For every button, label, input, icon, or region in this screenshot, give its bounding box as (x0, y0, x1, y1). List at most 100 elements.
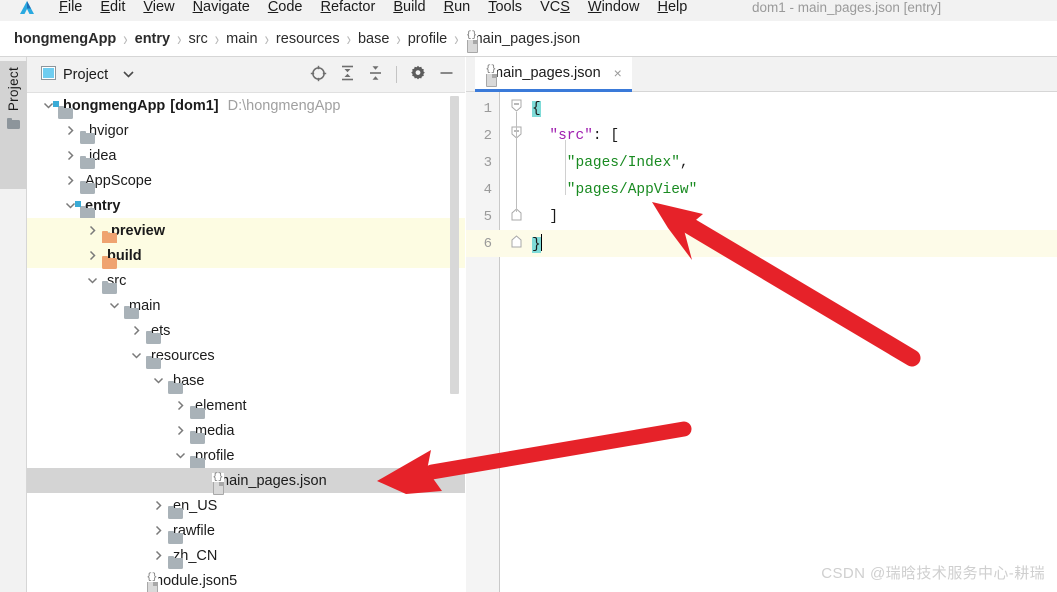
project-toolbar: Project (27, 57, 465, 93)
tool-tab-project[interactable]: Project (0, 61, 27, 189)
breadcrumb[interactable]: hongmengApp › entry › src › main › resources › bas… (0, 21, 1057, 57)
tree-node-build[interactable]: build (27, 243, 465, 269)
menu-item-vcs[interactable]: VCS (531, 0, 579, 21)
breadcrumb-item-entry[interactable]: entry (135, 31, 170, 47)
menu-item-code[interactable]: Code (259, 0, 312, 21)
code-editor[interactable]: 1{2 "src": [3 "pages/Index", 4 "pages/AppVie… (466, 92, 1057, 592)
chevron-right-icon[interactable] (173, 424, 187, 438)
deveco-logo-icon (14, 0, 40, 18)
tree-node-hvigor[interactable]: .hvigor (27, 118, 465, 144)
tree-node-path: D:\hongmengApp (227, 97, 341, 114)
tab-main-pages-json[interactable]: {} main_pages.json × (475, 57, 632, 92)
chevron-down-icon[interactable] (151, 374, 165, 388)
line-content: { (532, 100, 541, 117)
tree-node-main-pages-json[interactable]: {} main_pages.json (27, 468, 465, 495)
breadcrumb-item-hongmengapp[interactable]: hongmengApp (14, 31, 116, 47)
menu-item-run[interactable]: Run (435, 0, 480, 21)
menu-item-tools[interactable]: Tools (479, 0, 531, 21)
tree-node-zh-cn[interactable]: zh_CN (27, 543, 465, 569)
tree-node-element[interactable]: element (27, 393, 465, 419)
menu-item-refactor[interactable]: Refactor (312, 0, 385, 21)
tree-node-label: module.json5 (151, 572, 238, 589)
locate-file-icon[interactable] (310, 65, 327, 85)
menu-item-navigate[interactable]: Navigate (184, 0, 259, 21)
tree-node-module-json5[interactable]: {} module.json5 (27, 568, 465, 592)
menu-item-edit[interactable]: Edit (91, 0, 134, 21)
code-line-6[interactable]: 6} (466, 230, 1057, 257)
breadcrumb-item-base[interactable]: base (358, 31, 389, 47)
code-token-colon: : (592, 127, 602, 144)
line-content: "src": [ (532, 128, 619, 144)
project-tree[interactable]: hongmengApp [dom1] D:\hongmengApp .hvigor .i… (27, 93, 465, 592)
breadcrumb-item-main[interactable]: main (226, 31, 257, 47)
chevron-right-icon[interactable] (85, 249, 99, 263)
code-line-2[interactable]: 2 "src": [ (466, 122, 1057, 149)
chevron-right-icon[interactable] (129, 324, 143, 338)
text-caret (540, 234, 543, 251)
chevron-right-icon[interactable] (173, 399, 187, 413)
chevron-down-icon[interactable] (107, 299, 121, 313)
tree-node-preview[interactable]: .preview (27, 218, 465, 244)
breadcrumb-separator: › (177, 27, 182, 50)
tree-node-src[interactable]: src (27, 268, 465, 294)
code-line-1[interactable]: 1{ (466, 95, 1057, 122)
fold-marker-line1[interactable] (510, 99, 523, 112)
chevron-right-icon[interactable] (151, 499, 165, 513)
menu-item-help[interactable]: Help (648, 0, 696, 21)
chevron-right-icon[interactable] (63, 124, 77, 138)
tree-node-suffix: [dom1] (170, 97, 219, 114)
line-content: "pages/AppView" (532, 182, 698, 198)
menu-item-file[interactable]: File (50, 0, 91, 21)
menu-item-build[interactable]: Build (384, 0, 434, 21)
code-line-4[interactable]: 4 "pages/AppView" (466, 176, 1057, 203)
tree-node-ets[interactable]: ets (27, 318, 465, 344)
tab-label: main_pages.json (491, 65, 601, 81)
breadcrumb-item-profile[interactable]: profile (408, 31, 448, 47)
breadcrumb-item-src[interactable]: src (188, 31, 207, 47)
settings-gear-icon[interactable] (410, 65, 426, 84)
code-token-brace-close: } (532, 237, 541, 253)
tree-node-rawfile[interactable]: rawfile (27, 518, 465, 544)
tree-node-idea[interactable]: .idea (27, 143, 465, 169)
minimize-icon[interactable] (439, 66, 454, 83)
tree-node-label: AppScope (85, 172, 152, 189)
expand-all-icon[interactable] (340, 65, 355, 84)
breadcrumb-item-file[interactable]: {} main_pages.json (465, 30, 580, 53)
line-number: 3 (483, 154, 492, 171)
tree-node-base[interactable]: base (27, 368, 465, 394)
code-token-bracket-close: ] (549, 208, 559, 225)
chevron-right-icon[interactable] (151, 524, 165, 538)
fold-marker-line6[interactable] (510, 235, 523, 248)
breadcrumb-item-resources[interactable]: resources (276, 31, 340, 47)
tool-window-strip: Project (0, 57, 27, 592)
tree-node-hongmengapp[interactable]: hongmengApp [dom1] D:\hongmengApp (27, 93, 465, 119)
chevron-down-icon[interactable] (173, 449, 187, 463)
project-folder-icon (7, 118, 20, 130)
tree-node-entry[interactable]: entry (27, 193, 465, 219)
code-line-5[interactable]: 5] (466, 203, 1057, 230)
tree-node-appscope[interactable]: AppScope (27, 168, 465, 194)
chevron-right-icon[interactable] (63, 149, 77, 163)
tool-tab-project-label: Project (6, 67, 21, 112)
project-tree-scrollbar[interactable] (450, 96, 459, 394)
menu-item-window[interactable]: Window (579, 0, 649, 21)
menu-item-view[interactable]: View (134, 0, 183, 21)
window-title: dom1 - main_pages.json [entry] (752, 0, 942, 15)
chevron-right-icon[interactable] (63, 174, 77, 188)
line-content: ] (532, 209, 558, 225)
chevron-right-icon[interactable] (85, 224, 99, 238)
tree-node-media[interactable]: media (27, 418, 465, 444)
code-token-string-index: "pages/Index" (566, 154, 680, 171)
menu-bar: File Edit View Navigate Code Refactor Build Run… (0, 0, 1057, 21)
chevron-down-icon[interactable] (85, 274, 99, 288)
tree-node-en-us[interactable]: en_US (27, 493, 465, 519)
collapse-all-icon[interactable] (368, 65, 383, 84)
close-icon[interactable]: × (614, 66, 622, 80)
chevron-right-icon[interactable] (151, 549, 165, 563)
tree-node-profile[interactable]: profile (27, 443, 465, 469)
code-line-3[interactable]: 3 "pages/Index", (466, 149, 1057, 176)
tree-node-resources[interactable]: resources (27, 343, 465, 369)
tree-node-main[interactable]: main (27, 293, 465, 319)
chevron-down-icon[interactable] (129, 349, 143, 363)
chevron-down-icon[interactable] (123, 70, 134, 80)
